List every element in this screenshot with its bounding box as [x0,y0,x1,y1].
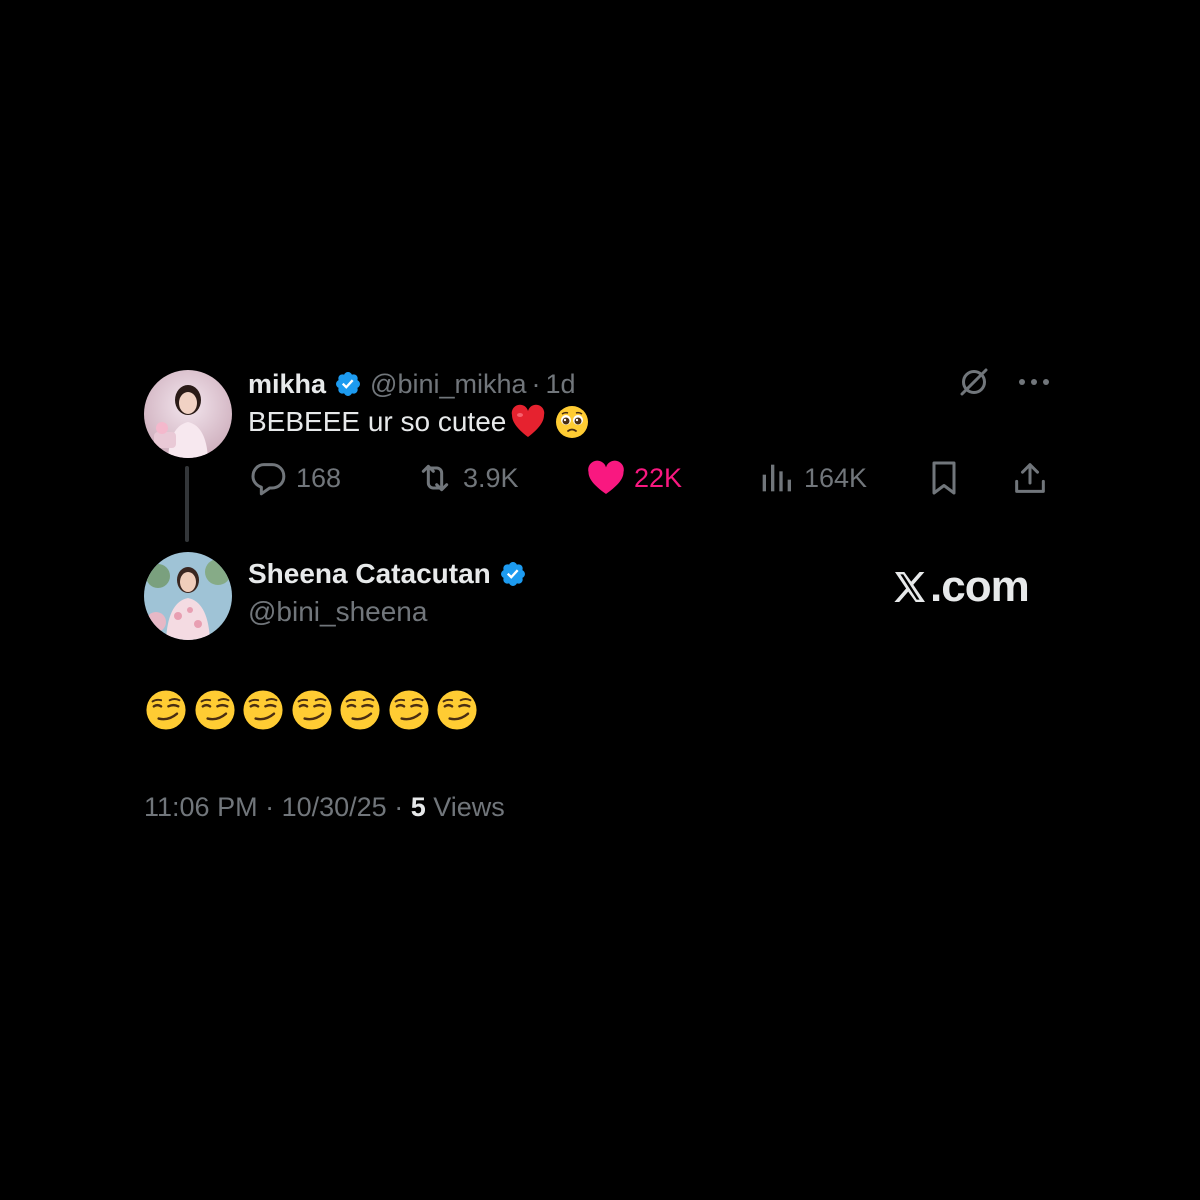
author-handle[interactable]: @bini_mikha [370,369,526,400]
verified-badge-icon [500,562,525,586]
tweet-time[interactable]: 11:06 PM [144,792,258,822]
grok-icon[interactable] [956,364,992,400]
views-button[interactable]: 164K [756,456,867,500]
reply-author-row: Sheena Catacutan [248,558,527,590]
action-bar: 168 3.9K 22K 164K [0,456,1200,500]
dot-separator: · [531,368,541,399]
analytics-icon [762,464,791,492]
share-button[interactable] [1010,456,1050,500]
verified-badge-icon [336,372,361,396]
tweet-date[interactable]: 10/30/25 [282,792,387,822]
repost-icon [421,464,449,492]
watermark-text: .com [930,562,1030,611]
bookmark-icon [932,461,956,495]
more-options-icon[interactable] [1016,372,1052,392]
like-button[interactable]: 22K [586,456,682,500]
smirking-face-emoji-icon [243,690,283,730]
reply-views-count: 5 [410,792,426,822]
heart-filled-icon [588,460,624,494]
tweet-text-content: BEBEEE ur so cutee [248,406,507,437]
smirking-face-emoji-icon [388,690,429,730]
red-heart-emoji-icon [512,404,545,437]
like-count: 22K [634,462,683,493]
dot-separator: · [386,792,411,822]
author-name[interactable]: Sheena Catacutan [248,558,491,590]
smirking-face-emoji-icon [340,690,380,730]
smirking-face-emoji-icon [146,690,186,730]
views-label: Views [433,792,505,822]
avatar-sheena[interactable] [144,552,232,640]
reply-tweet-text [144,688,484,732]
tweet-text: BEBEEE ur so cutee [248,404,590,440]
pleading-face-emoji-icon [556,406,589,438]
reply-count: 168 [296,462,342,493]
views-count: 164K [804,462,868,493]
bookmark-button[interactable] [924,456,964,500]
smirking-face-emoji-icon [437,690,477,730]
avatar-image [144,370,232,458]
author-name[interactable]: mikha [248,369,326,400]
dot-separator: · [257,792,282,822]
x-logo-icon [894,572,925,602]
repost-count: 3.9K [463,462,519,493]
repost-button[interactable]: 3.9K [415,456,519,500]
avatar-image [144,552,232,640]
avatar-mikha[interactable] [144,370,232,458]
tweet-age[interactable]: 1d [546,369,576,400]
author-handle[interactable]: @bini_sheena [248,596,427,628]
x-com-watermark: .com [892,562,1030,612]
smirking-face-emoji-icon [194,690,235,730]
share-icon [1015,463,1045,493]
tweet-header: mikha @bini_mikha · 1d [248,366,576,402]
reply-button[interactable]: 168 [248,456,341,500]
smirking-face-emoji-icon [291,690,332,730]
reply-icon [251,463,286,496]
tweet-meta: 11:06 PM · 10/30/25 · 5 Views [144,792,505,823]
